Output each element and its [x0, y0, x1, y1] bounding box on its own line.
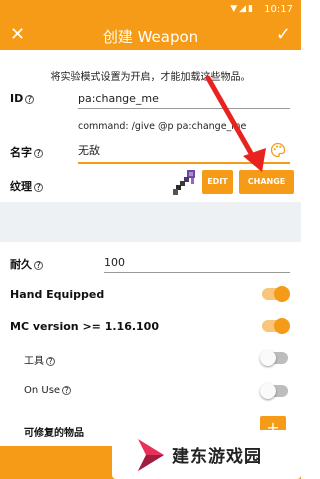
watermark: 建东游戏园: [112, 430, 301, 479]
watermark-logo-icon: [138, 439, 164, 471]
watermark-text: 建东游戏园: [172, 447, 262, 467]
annotation-arrows: [205, 75, 266, 172]
arrow-line: [205, 75, 259, 165]
arrow-head: [243, 148, 266, 172]
